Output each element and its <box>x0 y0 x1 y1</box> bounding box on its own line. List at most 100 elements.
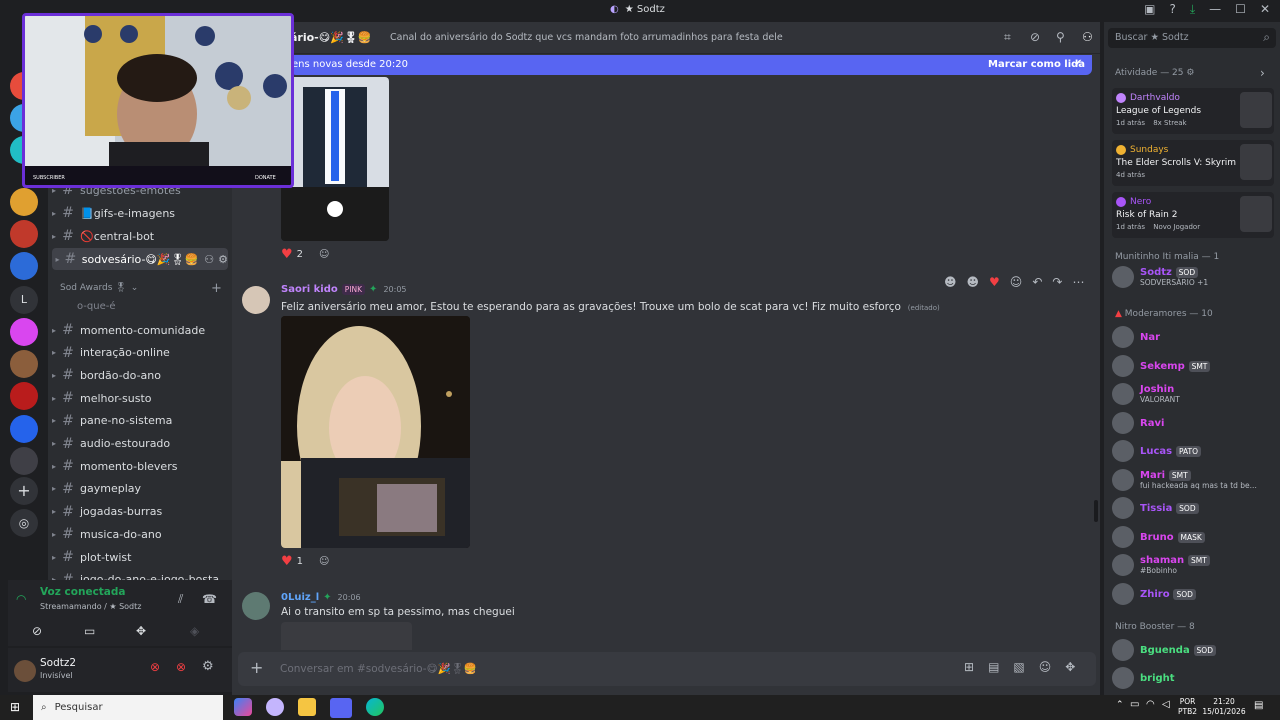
image-attachment[interactable] <box>281 77 389 241</box>
server-icon[interactable] <box>10 318 38 346</box>
add-reaction-icon[interactable]: ☺ <box>319 556 329 567</box>
maximize-button[interactable]: ☐ <box>1235 2 1246 17</box>
image-attachment[interactable] <box>281 316 470 548</box>
add-server-icon[interactable]: + <box>10 477 38 505</box>
server-icon[interactable] <box>10 188 38 216</box>
screen-share-icon[interactable]: ▭ <box>84 624 95 638</box>
noise-icon[interactable]: ⫽ <box>178 592 183 607</box>
gif-icon[interactable]: ▤ <box>988 660 999 674</box>
member-item[interactable]: Mari SMT fui hackeada aq mas ta td be... <box>1112 468 1278 492</box>
gift-icon[interactable]: ⊞ <box>964 660 974 674</box>
mark-read-button[interactable]: Marcar como lida <box>988 59 1085 70</box>
app-icon[interactable] <box>266 698 284 716</box>
activity-card[interactable]: Sundays The Elder Scrolls V: Skyrim 4d atr… <box>1112 140 1274 186</box>
server-icon[interactable] <box>10 350 38 378</box>
gear-icon[interactable]: ⚙ <box>1186 68 1194 78</box>
server-icon[interactable] <box>10 220 38 248</box>
activity-card[interactable]: Nero Risk of Rain 2 1d atrás Novo Jogador <box>1112 192 1274 238</box>
member-item[interactable]: Joshin VALORANT <box>1112 382 1278 406</box>
add-channel-icon[interactable]: + <box>211 281 222 296</box>
emoji-icon[interactable]: ☺ <box>1039 660 1052 674</box>
taskbar-search[interactable]: ⌕ Pesquisar <box>33 695 223 720</box>
new-messages-bar[interactable]: ens novas desde 20:20 Marcar como lida ✔ <box>290 55 1092 75</box>
activities-icon[interactable]: ✥ <box>136 624 146 638</box>
reaction-heart[interactable]: ♥ 2 ☺ <box>281 247 329 262</box>
edge-icon[interactable] <box>366 698 384 716</box>
reply-icon[interactable]: ↶ <box>1032 275 1042 289</box>
copilot-icon[interactable] <box>234 698 252 716</box>
member-item[interactable]: Zhiro SOD <box>1112 582 1278 606</box>
network-icon[interactable]: ▭ <box>1130 699 1139 710</box>
channel-item[interactable]: ▸ # momento-blevers <box>48 455 232 477</box>
gear-icon[interactable]: ⚙ <box>218 253 228 266</box>
server-icon[interactable] <box>10 382 38 410</box>
camera-off-icon[interactable]: ⊘ <box>32 624 42 638</box>
disconnect-icon[interactable]: ☎ <box>202 592 217 606</box>
member-item[interactable]: Ravi <box>1112 411 1278 435</box>
threads-icon[interactable]: ⌗ <box>1004 30 1011 45</box>
more-icon[interactable]: ⋯ <box>1072 275 1084 289</box>
soundboard-icon[interactable]: ◈ <box>190 624 199 638</box>
reaction-heart[interactable]: ♥ 1 ☺ <box>281 554 329 569</box>
channel-item[interactable]: ▸ # bordão-do-ano <box>48 364 232 386</box>
inbox-icon[interactable]: ▣ <box>1144 2 1155 17</box>
emoji-reaction-icon[interactable]: ☻ <box>944 275 957 289</box>
member-item[interactable]: Bruno MASK <box>1112 525 1278 549</box>
mute-icon[interactable]: ⊗ <box>150 660 160 674</box>
sticker-icon[interactable]: ▧ <box>1013 660 1024 674</box>
search-input[interactable]: Buscar ★ Sodtz ⌕ <box>1108 28 1276 48</box>
member-item[interactable]: Sodtz SOD SODVERSÁRIO +1 <box>1112 265 1278 289</box>
download-icon[interactable]: ⤓ <box>1190 2 1195 17</box>
add-reaction-icon[interactable]: ☺ <box>319 249 329 260</box>
apps-icon[interactable]: ✥ <box>1065 660 1075 674</box>
channel-item[interactable]: ▸ # audio-estourado <box>48 433 232 455</box>
add-member-icon[interactable]: ⚇ <box>204 253 214 266</box>
member-item[interactable]: Tissia SOD <box>1112 496 1278 520</box>
voice-status[interactable]: Voz conectada <box>40 586 126 598</box>
chevron-right-icon[interactable]: › <box>1260 66 1265 80</box>
scrollbar[interactable] <box>1094 500 1098 522</box>
channel-central-bot[interactable]: ▸ # 🚫 central-bot <box>48 225 232 247</box>
message-input[interactable]: Conversar em #sodvesário-😋🎉🎖🍔 <box>280 662 477 675</box>
member-item[interactable]: Sekemp SMT <box>1112 354 1278 378</box>
channel-item[interactable]: ▸ # melhor-susto <box>48 387 232 409</box>
avatar[interactable] <box>242 286 270 314</box>
channel-item[interactable]: ▸ # plot-twist <box>48 546 232 568</box>
category-sod-awards[interactable]: Sod Awards 🎖 ⌄ <box>60 283 138 293</box>
channel-item[interactable]: ▸ # interação-online <box>48 342 232 364</box>
channel-item[interactable]: ▸ # jogo-do-ano-e-jogo-bosta <box>48 569 232 580</box>
forward-icon[interactable]: ↷ <box>1052 275 1062 289</box>
channel-gifs[interactable]: ▸ # 📘 gifs-e-imagens <box>48 202 232 224</box>
emoji-reaction-icon[interactable]: ☻ <box>967 275 980 289</box>
activity-card[interactable]: Darthvaldo League of Legends 1d atrás 8x S… <box>1112 88 1274 134</box>
wifi-icon[interactable]: ◠ <box>1146 699 1155 710</box>
heart-icon[interactable]: ♥ <box>989 275 1000 289</box>
discord-icon[interactable] <box>330 698 352 718</box>
language-indicator[interactable]: POR PTB2 <box>1178 697 1197 717</box>
member-item[interactable]: Bguenda SOD <box>1112 638 1278 662</box>
file-explorer-icon[interactable] <box>298 698 316 716</box>
pin-icon[interactable]: ⚲ <box>1056 30 1065 44</box>
channel-item[interactable]: ▸ # jogadas-burras <box>48 501 232 523</box>
member-item[interactable]: Nar <box>1112 325 1278 349</box>
windows-start-icon[interactable]: ⊞ <box>10 700 20 714</box>
server-icon[interactable] <box>10 447 38 475</box>
author-name[interactable]: 0Luiz_l <box>281 592 319 603</box>
channel-topic[interactable]: Canal do aniversário do Sodtz que vcs ma… <box>390 32 783 43</box>
minimize-button[interactable]: — <box>1209 2 1221 17</box>
clock[interactable]: 21:20 15/01/2026 <box>1202 697 1246 717</box>
channel-item[interactable]: ▸ # gaymeplay <box>48 478 232 500</box>
server-icon[interactable] <box>10 252 38 280</box>
member-item[interactable]: Lucas PATO <box>1112 439 1278 463</box>
deafen-icon[interactable]: ⊗ <box>176 660 186 674</box>
channel-item[interactable]: ▸ # pane-no-sistema <box>48 410 232 432</box>
avatar[interactable] <box>242 592 270 620</box>
channel-item[interactable]: ▸ # momento-comunidade <box>48 319 232 341</box>
channel-item[interactable]: ▸ # musica-do-ano <box>48 523 232 545</box>
member-item[interactable]: bright <box>1112 666 1278 690</box>
channel-sodversario[interactable]: ▸ # sodvesário-😋🎉🎖🍔 ⚇ ⚙ <box>52 248 228 270</box>
volume-icon[interactable]: ◁ <box>1162 699 1170 710</box>
add-attachment-icon[interactable]: + <box>250 658 263 677</box>
tray-overflow-icon[interactable]: ⌃ <box>1116 700 1124 710</box>
member-item[interactable]: shaman SMT #Bobinho <box>1112 553 1278 577</box>
